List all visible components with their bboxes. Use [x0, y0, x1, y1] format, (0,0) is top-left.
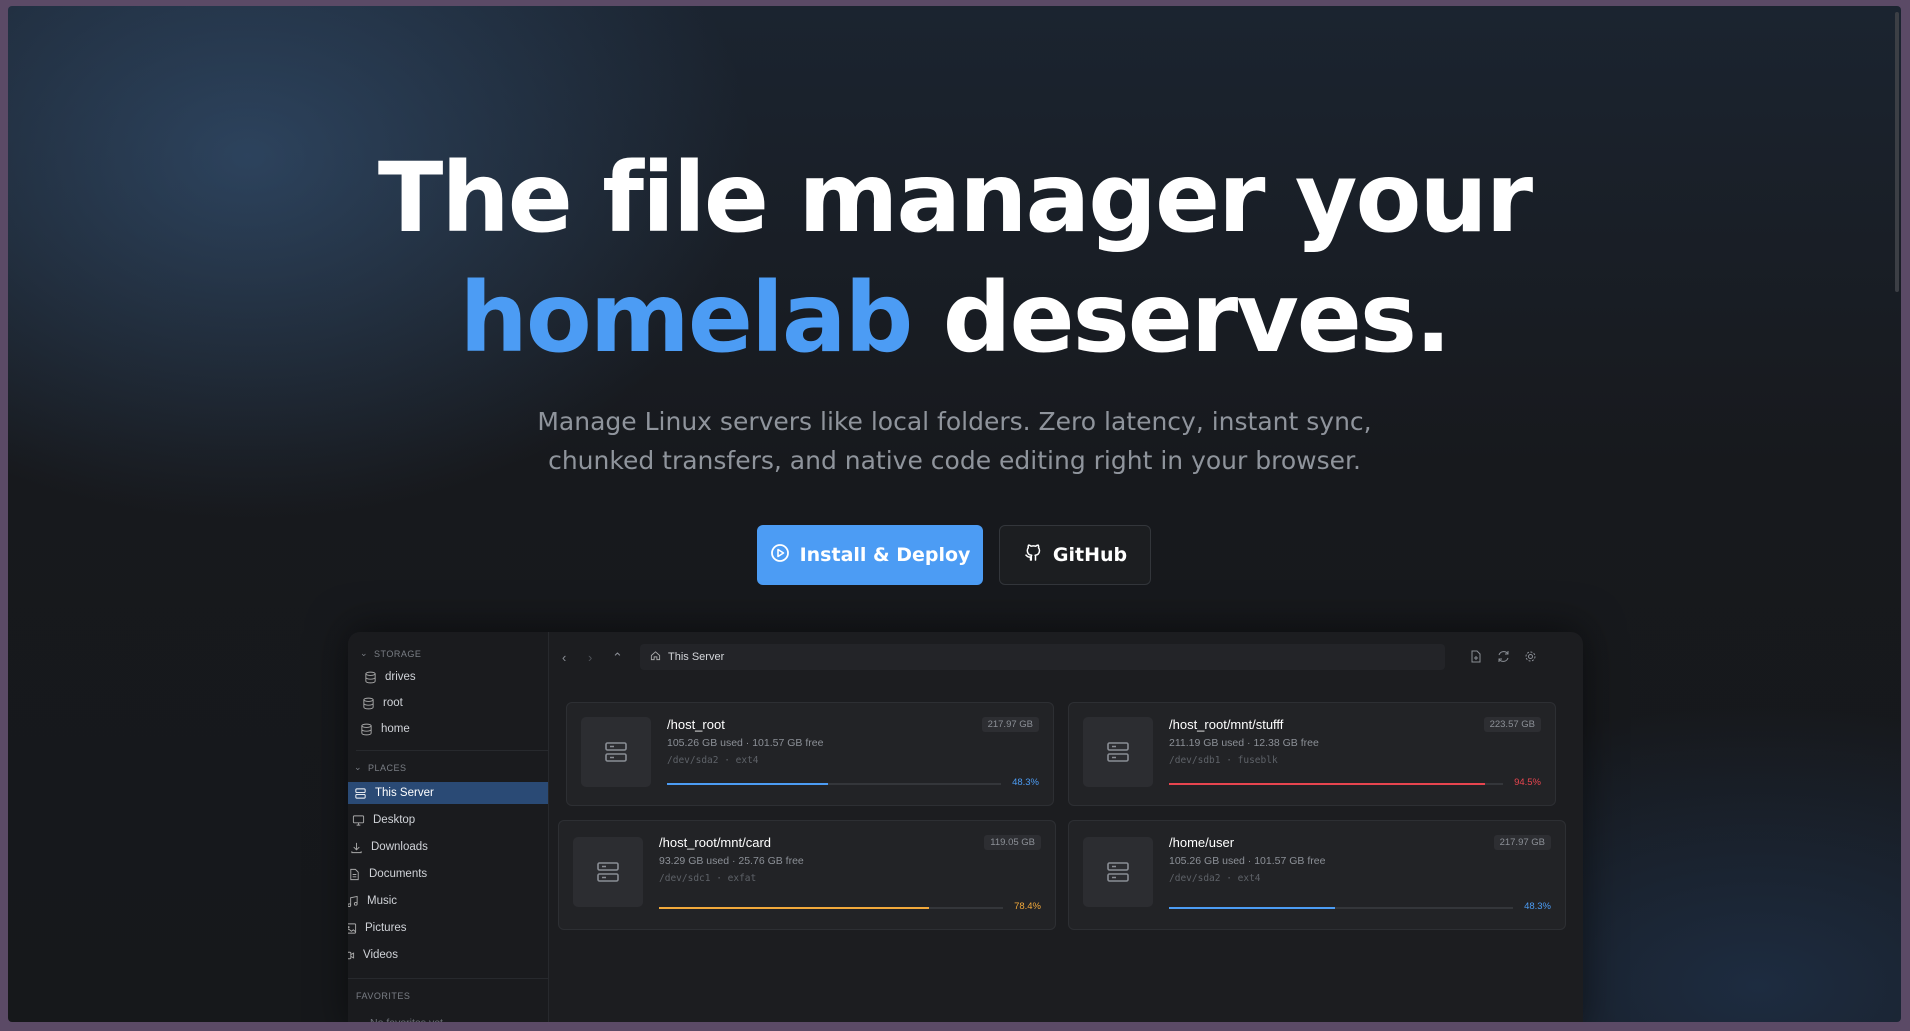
path-bar[interactable]: This Server: [640, 644, 1445, 670]
usage-bar-fill: [1169, 907, 1336, 909]
home-icon: [650, 650, 661, 664]
drive-card[interactable]: /host_root/mnt/stufff 211.19 GB used · 1…: [1068, 702, 1556, 806]
drive-usage: 105.26 GB used · 101.57 GB free: [1169, 855, 1326, 867]
drive-card[interactable]: /home/user 105.26 GB used · 101.57 GB fr…: [1068, 820, 1566, 930]
drive-device: /dev/sdb1 · fuseblk: [1169, 755, 1278, 766]
sidebar: ⌄ STORAGE drives root home ⌄ PLACES This…: [348, 632, 549, 1022]
usage-percent: 78.4%: [1014, 901, 1041, 912]
install-deploy-button[interactable]: Install & Deploy: [757, 525, 983, 585]
drive-size-badge: 217.97 GB: [1493, 835, 1551, 850]
download-icon: [350, 841, 363, 854]
sidebar-item-music[interactable]: Music: [348, 890, 397, 912]
document-icon: [348, 868, 361, 881]
sidebar-item-drives[interactable]: drives: [364, 666, 416, 688]
chevron-down-icon: ⌄: [360, 648, 369, 658]
server-icon: [1083, 837, 1153, 907]
drive-device: /dev/sda2 · ext4: [1169, 873, 1261, 884]
drive-name: /host_root: [667, 717, 725, 732]
drive-usage: 93.29 GB used · 25.76 GB free: [659, 855, 804, 867]
path-text: This Server: [668, 651, 725, 663]
usage-bar: [1169, 907, 1513, 909]
sidebar-item-pictures[interactable]: Pictures: [348, 917, 407, 939]
hero-title-accent: homelab: [459, 262, 914, 374]
usage-bar: [667, 783, 1001, 785]
drive-usage: 105.26 GB used · 101.57 GB free: [667, 737, 824, 749]
sidebar-item-documents[interactable]: Documents: [348, 863, 427, 885]
usage-bar-fill: [1169, 783, 1485, 785]
drive-card[interactable]: /host_root/mnt/card 93.29 GB used · 25.7…: [558, 820, 1056, 930]
drive-card[interactable]: /host_root 105.26 GB used · 101.57 GB fr…: [566, 702, 1054, 806]
places-section-header[interactable]: ⌄ PLACES: [354, 762, 407, 773]
page-scrollbar[interactable]: [1895, 12, 1899, 292]
sidebar-item-home[interactable]: home: [360, 718, 410, 740]
play-circle-icon: [770, 543, 790, 568]
github-label: GitHub: [1052, 544, 1128, 566]
sidebar-item-videos[interactable]: Videos: [348, 944, 398, 966]
sidebar-item-root[interactable]: root: [362, 692, 403, 714]
drive-name: /home/user: [1169, 835, 1235, 850]
chevron-down-icon: ⌄: [354, 762, 363, 772]
favorites-section-header[interactable]: ⌄ FAVORITES: [348, 990, 410, 1001]
hero-title-line1: The file manager your: [377, 142, 1533, 254]
drive-device: /dev/sdc1 · exfat: [659, 873, 757, 884]
drive-size-badge: 119.05 GB: [984, 835, 1041, 850]
drive-size-badge: 223.57 GB: [1483, 717, 1541, 732]
usage-percent: 48.3%: [1524, 901, 1551, 912]
drive-name: /host_root/mnt/stufff: [1169, 717, 1284, 732]
chevron-down-icon: ⌄: [348, 990, 350, 1001]
database-icon: [360, 723, 373, 736]
divider: [356, 750, 548, 751]
drive-name: /host_root/mnt/card: [659, 835, 771, 850]
database-icon: [362, 697, 375, 710]
server-icon: [581, 717, 651, 787]
hero-title: The file manager your homelab deserves.: [8, 138, 1901, 378]
monitor-icon: [352, 814, 365, 827]
github-icon: [1023, 543, 1043, 568]
usage-bar: [659, 907, 1003, 909]
page-background: The file manager your homelab deserves. …: [8, 6, 1901, 1022]
cta-buttons: Install & Deploy GitHub: [757, 525, 1151, 585]
usage-bar-fill: [659, 907, 929, 909]
favorites-empty-text: No favorites yet: [370, 1012, 443, 1022]
drive-size-badge: 217.97 GB: [981, 717, 1039, 732]
refresh-icon[interactable]: [1497, 650, 1510, 668]
hero-subtitle: Manage Linux servers like local folders.…: [8, 402, 1901, 480]
chevron-left-icon[interactable]: ‹: [562, 650, 566, 665]
github-button[interactable]: GitHub: [999, 525, 1151, 585]
storage-section-header[interactable]: ⌄ STORAGE: [360, 648, 421, 659]
app-preview: ⌄ STORAGE drives root home ⌄ PLACES This…: [348, 632, 1583, 1022]
hero-subtitle-line1: Manage Linux servers like local folders.…: [537, 407, 1372, 436]
image-icon: [348, 922, 357, 935]
server-icon: [354, 787, 367, 800]
gear-icon[interactable]: [1524, 650, 1537, 668]
usage-percent: 94.5%: [1514, 777, 1541, 788]
usage-percent: 48.3%: [1012, 777, 1039, 788]
toolbar: ‹ › ⌃ This Server: [554, 644, 1563, 670]
sidebar-item-desktop[interactable]: Desktop: [352, 809, 415, 831]
drive-device: /dev/sda2 · ext4: [667, 755, 759, 766]
hero-subtitle-line2: chunked transfers, and native code editi…: [548, 446, 1361, 475]
usage-bar: [1169, 783, 1503, 785]
install-deploy-label: Install & Deploy: [799, 544, 971, 566]
chevron-up-icon[interactable]: ⌃: [612, 650, 623, 666]
hero-title-rest: deserves.: [911, 262, 1452, 374]
database-icon: [364, 671, 377, 684]
divider: [348, 978, 548, 979]
chevron-right-icon[interactable]: ›: [588, 650, 592, 665]
music-icon: [348, 895, 359, 908]
usage-bar-fill: [667, 783, 829, 785]
sidebar-item-this-server[interactable]: This Server: [348, 782, 548, 804]
server-icon: [1083, 717, 1153, 787]
sidebar-item-downloads[interactable]: Downloads: [350, 836, 428, 858]
server-icon: [573, 837, 643, 907]
new-file-icon[interactable]: [1470, 650, 1482, 668]
drive-usage: 211.19 GB used · 12.38 GB free: [1169, 737, 1319, 749]
video-icon: [348, 949, 355, 962]
